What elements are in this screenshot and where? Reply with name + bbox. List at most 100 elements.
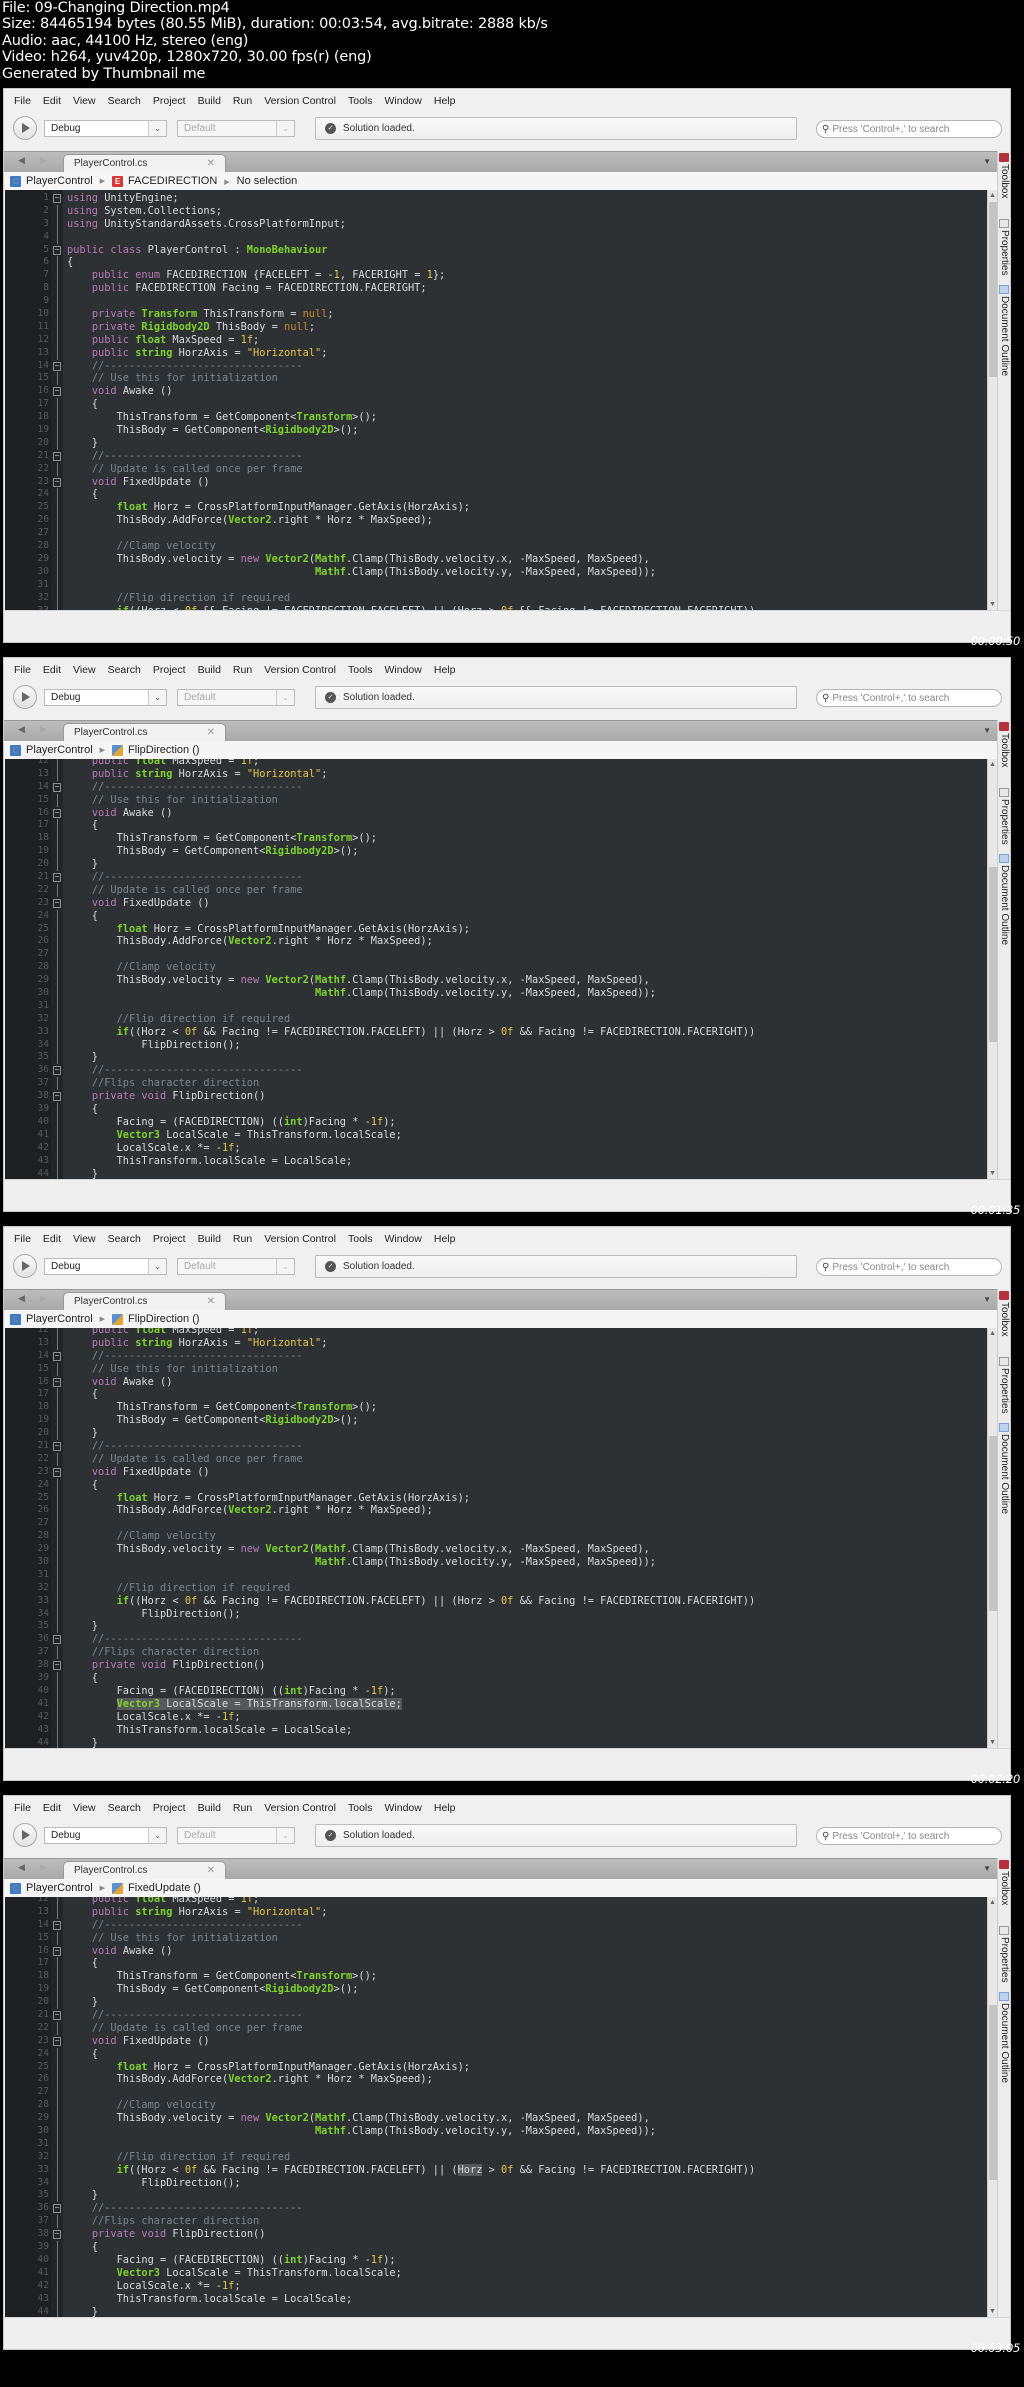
search-input[interactable]: ⚲ Press 'Control+,' to search (816, 689, 1002, 707)
fold-toggle-icon[interactable]: − (53, 2036, 61, 2046)
menu-view[interactable]: View (73, 1233, 96, 1245)
menu-build[interactable]: Build (198, 664, 221, 676)
fold-toggle-icon[interactable]: − (53, 194, 61, 203)
run-button[interactable] (13, 1254, 37, 1278)
side-panel-document-outline[interactable]: Document Outline (999, 854, 1010, 945)
nav-forward-icon[interactable]: ▶ (40, 1293, 47, 1304)
breadcrumb-class[interactable]: PlayerControl (26, 1882, 93, 1894)
scroll-up-icon[interactable]: ▲ (989, 1330, 996, 1337)
vertical-scrollbar[interactable]: ▲ ▼ (987, 1897, 997, 2317)
breadcrumb-member[interactable]: FixedUpdate () (128, 1882, 201, 1894)
nav-back-icon[interactable]: ◀ (18, 1293, 25, 1304)
breadcrumb-class[interactable]: PlayerControl (26, 175, 93, 187)
fold-toggle-icon[interactable]: − (53, 1092, 61, 1102)
menu-view[interactable]: View (73, 95, 96, 107)
nav-forward-icon[interactable]: ▶ (40, 1862, 47, 1873)
menu-help[interactable]: Help (434, 95, 456, 107)
scroll-up-icon[interactable]: ▲ (989, 1899, 996, 1906)
close-icon[interactable]: ✕ (207, 724, 215, 742)
side-panel-toolbox[interactable]: Toolbox (999, 1860, 1010, 1905)
side-panel-toolbox[interactable]: Toolbox (999, 153, 1010, 198)
menu-search[interactable]: Search (108, 95, 141, 107)
menu-project[interactable]: Project (153, 95, 186, 107)
close-icon[interactable]: ✕ (207, 1862, 215, 1880)
fold-toggle-icon[interactable]: − (53, 2230, 61, 2240)
menu-view[interactable]: View (73, 1802, 96, 1814)
breadcrumb-member[interactable]: FACEDIRECTION (128, 175, 217, 187)
menu-window[interactable]: Window (385, 1802, 422, 1814)
fold-toggle-icon[interactable]: − (53, 2011, 61, 2021)
breadcrumb-member[interactable]: FlipDirection () (128, 744, 200, 756)
fold-toggle-icon[interactable]: − (53, 873, 61, 883)
nav-forward-icon[interactable]: ▶ (40, 724, 47, 735)
scrollbar-thumb[interactable] (989, 866, 997, 1042)
search-input[interactable]: ⚲ Press 'Control+,' to search (816, 1827, 1002, 1845)
menu-search[interactable]: Search (108, 1233, 141, 1245)
menu-run[interactable]: Run (233, 664, 252, 676)
fold-toggle-icon[interactable]: − (53, 361, 61, 371)
menu-version-control[interactable]: Version Control (264, 1233, 336, 1245)
side-panel-document-outline[interactable]: Document Outline (999, 1992, 1010, 2083)
scroll-up-icon[interactable]: ▲ (989, 761, 996, 768)
menu-help[interactable]: Help (434, 1233, 456, 1245)
fold-toggle-icon[interactable]: − (53, 1351, 61, 1361)
menu-build[interactable]: Build (198, 1233, 221, 1245)
menu-edit[interactable]: Edit (43, 95, 61, 107)
side-panel-properties[interactable]: Properties (999, 1357, 1010, 1414)
side-panel-properties[interactable]: Properties (999, 788, 1010, 845)
tab-list-dropdown-icon[interactable]: ▼ (983, 726, 991, 735)
tab-playercontrol[interactable]: PlayerControl.cs ✕ (63, 1292, 226, 1311)
breadcrumb-selection[interactable]: No selection (237, 175, 298, 187)
fold-toggle-icon[interactable]: − (53, 387, 61, 397)
scrollbar-thumb[interactable] (989, 202, 997, 377)
menu-version-control[interactable]: Version Control (264, 1802, 336, 1814)
tab-list-dropdown-icon[interactable]: ▼ (983, 157, 991, 166)
run-button[interactable] (13, 685, 37, 709)
fold-toggle-icon[interactable]: − (53, 2204, 61, 2214)
menu-file[interactable]: File (14, 664, 31, 676)
fold-toggle-icon[interactable]: − (53, 898, 61, 908)
fold-toggle-icon[interactable]: − (53, 1467, 61, 1477)
menu-project[interactable]: Project (153, 1233, 186, 1245)
configuration-select[interactable]: Debug ⌄ (44, 1827, 167, 1844)
menu-project[interactable]: Project (153, 1802, 186, 1814)
configuration-select[interactable]: Debug ⌄ (44, 120, 167, 137)
menu-project[interactable]: Project (153, 664, 186, 676)
menu-tools[interactable]: Tools (348, 95, 373, 107)
menu-tools[interactable]: Tools (348, 1802, 373, 1814)
menu-build[interactable]: Build (198, 1802, 221, 1814)
close-icon[interactable]: ✕ (207, 155, 215, 173)
fold-toggle-icon[interactable]: − (53, 1635, 61, 1645)
fold-toggle-icon[interactable]: − (53, 1920, 61, 1930)
breadcrumb-class[interactable]: PlayerControl (26, 744, 93, 756)
close-icon[interactable]: ✕ (207, 1293, 215, 1311)
menu-help[interactable]: Help (434, 664, 456, 676)
menu-version-control[interactable]: Version Control (264, 664, 336, 676)
tab-playercontrol[interactable]: PlayerControl.cs ✕ (63, 1861, 226, 1880)
scrollbar-thumb[interactable] (989, 1435, 997, 1611)
nav-back-icon[interactable]: ◀ (18, 155, 25, 166)
fold-toggle-icon[interactable]: − (53, 808, 61, 818)
side-panel-toolbox[interactable]: Toolbox (999, 722, 1010, 767)
tab-list-dropdown-icon[interactable]: ▼ (983, 1295, 991, 1304)
fold-toggle-icon[interactable]: − (53, 1066, 61, 1076)
code-editor[interactable]: 12 public float MaxSpeed = 1f; 13 public … (5, 1328, 987, 1748)
vertical-scrollbar[interactable]: ▲ ▼ (987, 759, 997, 1179)
menu-help[interactable]: Help (434, 1802, 456, 1814)
menu-edit[interactable]: Edit (43, 1802, 61, 1814)
menu-build[interactable]: Build (198, 95, 221, 107)
side-panel-document-outline[interactable]: Document Outline (999, 1423, 1010, 1514)
menu-edit[interactable]: Edit (43, 664, 61, 676)
fold-toggle-icon[interactable]: − (53, 1442, 61, 1452)
menu-run[interactable]: Run (233, 1233, 252, 1245)
fold-toggle-icon[interactable]: − (53, 1946, 61, 1956)
menu-file[interactable]: File (14, 95, 31, 107)
menu-window[interactable]: Window (385, 95, 422, 107)
nav-back-icon[interactable]: ◀ (18, 724, 25, 735)
menu-search[interactable]: Search (108, 1802, 141, 1814)
vertical-scrollbar[interactable]: ▲ ▼ (987, 1328, 997, 1748)
menu-version-control[interactable]: Version Control (264, 95, 336, 107)
menu-window[interactable]: Window (385, 664, 422, 676)
vertical-scrollbar[interactable]: ▲ ▼ (987, 190, 997, 610)
search-input[interactable]: ⚲ Press 'Control+,' to search (816, 120, 1002, 138)
